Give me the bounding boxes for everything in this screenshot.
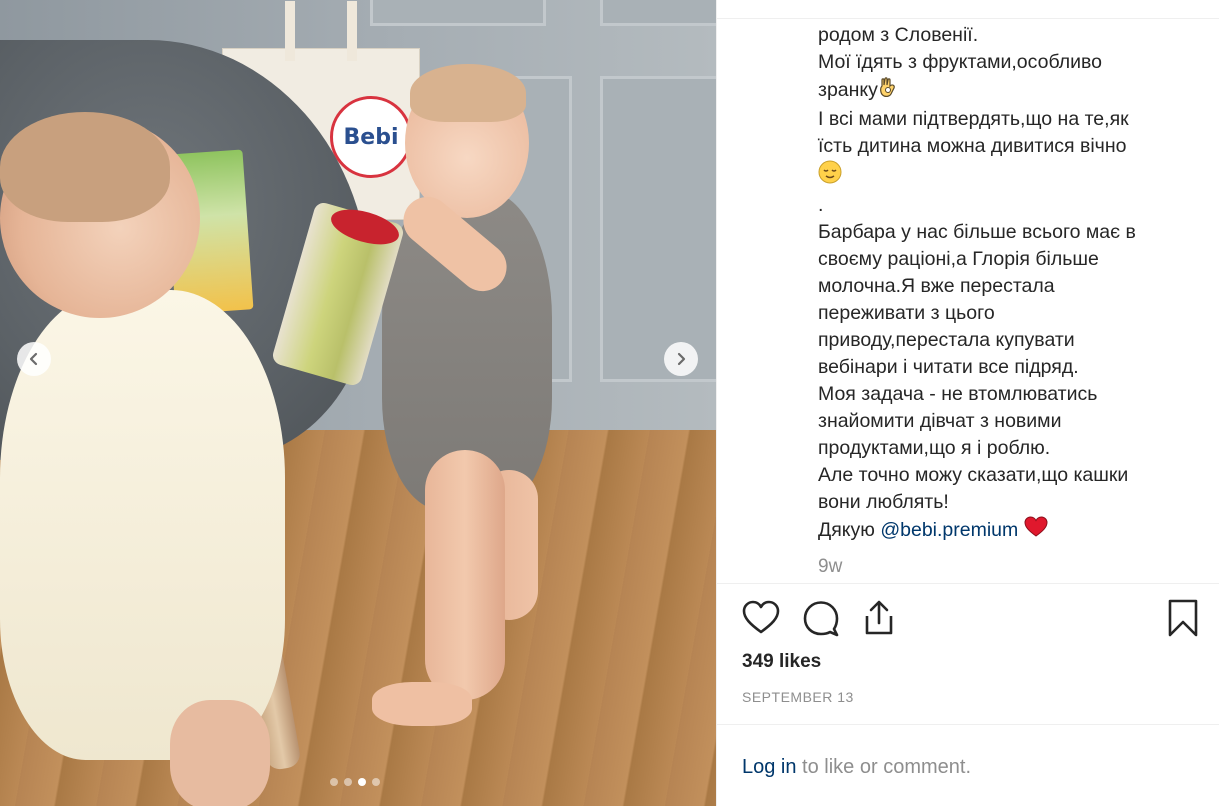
caption-line: Моя задача - не втомлюватись: [818, 383, 1098, 405]
caption-line: знайомити дівчат з новими: [818, 410, 1062, 432]
carousel-dot-active[interactable]: [358, 778, 366, 786]
red-heart-emoji: [1024, 516, 1048, 546]
caption-line: вебінари і читати все підряд.: [818, 356, 1079, 378]
post-photo[interactable]: Bebi: [0, 0, 716, 806]
carousel-prev-button[interactable]: [17, 342, 51, 376]
caption-line: [818, 160, 1168, 192]
caption-line: молочна.Я вже перестала: [818, 275, 1055, 297]
like-button[interactable]: [741, 598, 781, 638]
caption-text: Дякую: [818, 519, 875, 542]
baby-right-foot: [372, 682, 472, 726]
divider: [717, 724, 1219, 725]
carousel-dot[interactable]: [372, 778, 380, 786]
post-age[interactable]: 9w: [818, 556, 842, 578]
caption-line: продуктами,що я і роблю.: [818, 437, 1051, 459]
chevron-left-icon: [29, 352, 38, 366]
post-side-panel: родом з Словенії. Мої їдять з фруктами,о…: [716, 0, 1219, 806]
door-panel: [370, 0, 546, 26]
baby-left-hair: [0, 112, 170, 222]
carousel-next-button[interactable]: [664, 342, 698, 376]
caption-line: Барбара у нас більше всього має в: [818, 221, 1136, 243]
mention-link[interactable]: @bebi.premium: [880, 519, 1018, 541]
divider: [717, 583, 1219, 584]
ok-hand-emoji: [878, 76, 898, 106]
heart-icon: [742, 600, 780, 634]
baby-right-leg: [425, 450, 505, 700]
divider: [717, 18, 1219, 19]
caption-line: вони люблять!: [818, 491, 949, 513]
caption-line: І всі мами підтвердять,що на те,як: [818, 108, 1129, 130]
comment-button[interactable]: [801, 598, 841, 638]
bebi-logo: Bebi: [330, 96, 412, 178]
carousel-indicator: [330, 778, 380, 786]
baby-right-hair: [410, 64, 526, 122]
relieved-face-emoji: [818, 160, 842, 192]
door-panel: [600, 0, 716, 26]
baby-left-leg: [170, 700, 270, 806]
caption-line: приводу,перестала купувати: [818, 329, 1075, 351]
share-icon: [865, 600, 893, 635]
caption-line: Але точно можу сказати,що кашки: [818, 464, 1129, 486]
save-button[interactable]: [1163, 598, 1203, 638]
comment-icon: [803, 601, 839, 637]
carousel-dot[interactable]: [330, 778, 338, 786]
caption-line: їсть дитина можна дивитися вічно: [818, 135, 1127, 157]
caption-line: своєму раціоні,а Глорія більше: [818, 248, 1099, 270]
post-date: SEPTEMBER 13: [742, 689, 854, 705]
carousel-dot[interactable]: [344, 778, 352, 786]
caption-line: Дякую @bebi.premium: [818, 516, 1168, 546]
caption-line: зранку: [818, 76, 1168, 106]
bookmark-icon: [1168, 599, 1198, 637]
door-panel: [600, 76, 716, 382]
login-link[interactable]: Log in: [742, 756, 797, 778]
action-bar: [741, 598, 1198, 642]
likes-count[interactable]: 349 likes: [742, 651, 821, 673]
caption-line: Мої їдять з фруктами,особливо: [818, 51, 1103, 73]
caption-line: родом з Словенії.: [818, 24, 979, 46]
caption-line: переживати з цього: [818, 302, 995, 324]
share-button[interactable]: [859, 598, 899, 638]
caption-text: зранку: [818, 79, 878, 102]
login-prompt-text: to like or comment.: [796, 756, 972, 778]
chevron-right-icon: [677, 352, 686, 366]
caption-line: .: [818, 194, 824, 216]
login-prompt: Log in to like or comment.: [742, 756, 971, 779]
post-caption: родом з Словенії. Мої їдять з фруктами,о…: [818, 22, 1168, 546]
